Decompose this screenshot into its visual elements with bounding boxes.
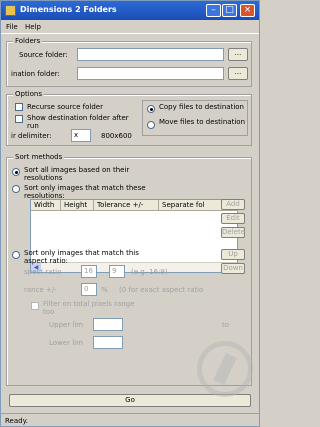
title-bar: Dimensions 2 Folders – □ × <box>1 1 259 20</box>
upper-limit-input[interactable] <box>93 318 123 331</box>
browse-source-button[interactable]: ... <box>228 48 248 61</box>
menu-file[interactable]: File <box>6 23 18 31</box>
go-button[interactable]: Go <box>9 394 251 407</box>
lower-limit-label: Lower lim <box>49 339 83 347</box>
dest-folder-label: ination folder: <box>11 70 60 78</box>
edit-button[interactable]: Edit <box>221 213 245 224</box>
col-height[interactable]: Height <box>61 200 94 211</box>
browse-dest-button[interactable]: ... <box>228 67 248 80</box>
delimiter-label: ir delimiter: <box>11 132 52 140</box>
close-button[interactable]: × <box>240 4 255 17</box>
aspect-height-input[interactable]: 9 <box>109 265 125 278</box>
sort-all-label: Sort all images based on their resolutio… <box>24 166 130 182</box>
recurse-checkbox[interactable] <box>15 103 23 111</box>
upper-to-label: to <box>222 321 230 329</box>
col-tolerance[interactable]: Tolerance +/- <box>94 200 159 211</box>
tolerance-hint: (0 for exact aspect ratio <box>119 286 204 294</box>
upper-limit-label: Upper lim <box>49 321 84 329</box>
tolerance-label: rance +/- <box>24 286 57 294</box>
sort-aspect-radio[interactable] <box>12 251 20 259</box>
copy-radio[interactable] <box>147 105 155 113</box>
up-button[interactable]: Up <box>221 249 245 260</box>
move-radio[interactable] <box>147 121 155 129</box>
delete-button[interactable]: Delete <box>221 227 245 238</box>
source-folder-label: Source folder: <box>19 51 68 59</box>
tolerance-input[interactable]: 0 <box>81 283 97 296</box>
add-button[interactable]: Add <box>221 199 245 210</box>
minimize-button[interactable]: – <box>206 4 221 17</box>
move-label: Move files to destination <box>159 118 246 126</box>
sort-legend: Sort methods <box>13 153 65 161</box>
copy-label: Copy files to destination <box>159 103 244 111</box>
maximize-button[interactable]: □ <box>222 4 237 17</box>
app-window: Dimensions 2 Folders – □ × File Help Fol… <box>0 0 260 427</box>
filter-label: Filter on total pixels range <box>43 300 135 308</box>
dest-folder-input[interactable] <box>77 67 224 80</box>
folders-legend: Folders <box>13 37 43 45</box>
filter-too-label: too <box>43 308 55 316</box>
recurse-label: Recurse source folder <box>27 103 103 111</box>
folder-icon <box>5 5 16 16</box>
menu-bar: File Help <box>1 20 259 34</box>
filter-checkbox[interactable] <box>31 302 39 310</box>
tolerance-unit: % <box>101 286 108 294</box>
watermark-icon <box>197 341 253 397</box>
delimiter-input[interactable]: x <box>71 129 91 142</box>
source-folder-input[interactable] <box>77 48 224 61</box>
col-width[interactable]: Width <box>31 200 61 211</box>
status-text: Ready. <box>5 417 28 425</box>
sort-all-radio[interactable] <box>12 168 20 176</box>
options-legend: Options <box>13 90 45 98</box>
show-dest-label: Show destination folder after run <box>27 114 129 130</box>
sort-match-res-label: Sort only images that match these resolu… <box>24 184 146 200</box>
sort-aspect-label: Sort only images that match this aspect … <box>24 249 139 265</box>
aspect-ratio-label: spect ratio <box>24 268 62 276</box>
aspect-width-input[interactable]: 16 <box>81 265 97 278</box>
delimiter-example: 800x600 <box>101 132 132 140</box>
lower-limit-input[interactable] <box>93 336 123 349</box>
window-title: Dimensions 2 Folders <box>20 5 117 14</box>
aspect-example: (e.g. 16:9) <box>131 268 168 276</box>
menu-help[interactable]: Help <box>25 23 41 31</box>
down-button[interactable]: Down <box>221 263 245 274</box>
sort-match-res-radio[interactable] <box>12 185 20 193</box>
status-bar: Ready. <box>1 413 259 427</box>
show-dest-checkbox[interactable] <box>15 115 23 123</box>
